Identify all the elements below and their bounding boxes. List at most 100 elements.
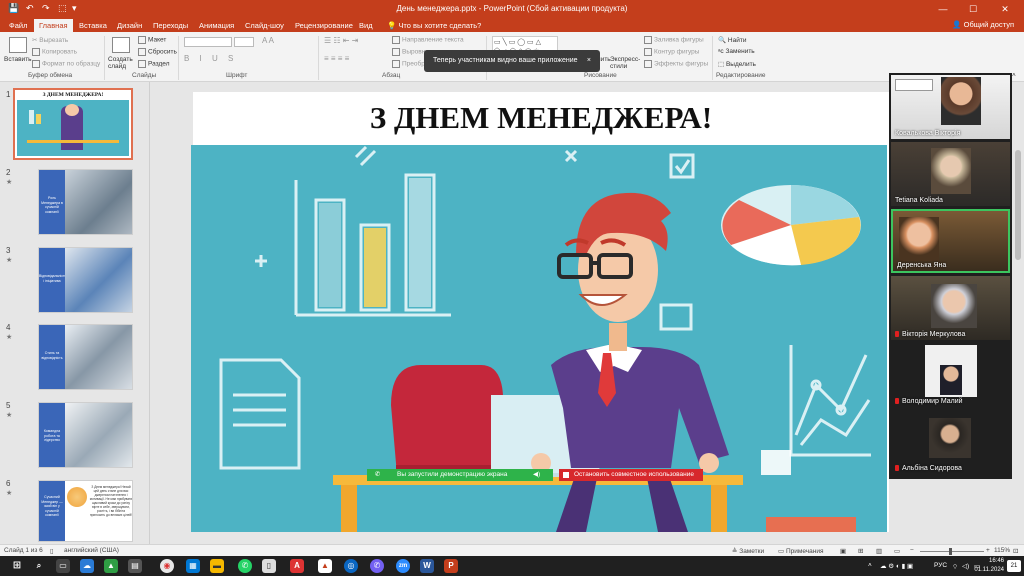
share-button[interactable]: 👤 Общий доступ bbox=[948, 19, 1018, 31]
notification-badge[interactable]: 21 bbox=[1007, 560, 1021, 572]
font-name-input[interactable] bbox=[184, 37, 232, 47]
find-button[interactable]: 🔍 Найти bbox=[718, 36, 746, 44]
section-button[interactable]: Раздел bbox=[138, 60, 169, 68]
tab-transitions[interactable]: Переходы bbox=[148, 19, 193, 32]
shape-fill-button[interactable]: Заливка фигуры bbox=[644, 36, 704, 44]
slide-sorter-icon[interactable]: ⊞ bbox=[858, 547, 863, 555]
notes-button[interactable]: ≜ Заметки bbox=[732, 547, 764, 555]
speaker-icon[interactable]: ◀) bbox=[533, 469, 540, 481]
tray-chevron-icon[interactable]: ˄ bbox=[868, 562, 872, 569]
tray-icons[interactable]: ☁ ⚙ ◐ ▮ ▣ bbox=[880, 562, 913, 570]
thumbnail-photo bbox=[65, 403, 132, 467]
font-grow-icon[interactable]: A A bbox=[262, 36, 274, 45]
font-size-input[interactable] bbox=[234, 37, 254, 47]
pdf-icon[interactable]: A bbox=[290, 559, 304, 573]
clock-date[interactable]: 01.11.2024 bbox=[944, 567, 1004, 573]
slide-thumbnail-1[interactable]: З ДНЕМ МЕНЕДЖЕРА! bbox=[13, 88, 133, 160]
language-indicator[interactable]: английский (США) bbox=[64, 547, 119, 554]
slide-thumbnail-2[interactable]: Роль Менеджера в сучасній компанії bbox=[38, 169, 133, 235]
smartart-button[interactable]: Преобр bbox=[392, 60, 425, 68]
tab-insert[interactable]: Вставка bbox=[74, 19, 112, 32]
participant-tile[interactable]: Деренська Яна bbox=[891, 209, 1010, 273]
format-painter-button[interactable]: Формат по образцу bbox=[32, 60, 100, 68]
tab-animations[interactable]: Анимация bbox=[194, 19, 239, 32]
browser-icon[interactable]: ◎ bbox=[344, 559, 358, 573]
normal-view-icon[interactable]: ▣ bbox=[840, 547, 846, 555]
tab-file[interactable]: Файл bbox=[4, 19, 32, 32]
layout-button[interactable]: Макет bbox=[138, 36, 166, 44]
slide-thumbnail-3[interactable]: Відповідальність і ініціатива bbox=[38, 247, 133, 313]
search-icon[interactable]: ⌕ bbox=[32, 559, 46, 573]
slideshow-view-icon[interactable]: ▭ bbox=[894, 547, 900, 555]
list-icons[interactable]: ☰ ☷ ⇤ ⇥ bbox=[324, 36, 358, 45]
scrollbar-thumb[interactable] bbox=[1015, 150, 1021, 260]
tab-slideshow[interactable]: Слайд-шоу bbox=[240, 19, 289, 32]
folder-icon[interactable]: ▬ bbox=[210, 559, 224, 573]
file-explorer-icon[interactable]: ▤ bbox=[128, 559, 142, 573]
thumbnail-title: З ДНЕМ МЕНЕДЖЕРА! bbox=[42, 92, 104, 98]
align-icons[interactable]: ≡ ≡ ≡ ≡ bbox=[324, 54, 349, 63]
paste-button[interactable]: Вставить bbox=[4, 56, 32, 63]
slide-canvas[interactable]: З ДНЕМ МЕНЕДЖЕРА! bbox=[191, 92, 889, 532]
participant-tile[interactable]: Ковалькова Вікторія bbox=[891, 75, 1010, 139]
slide-thumbnail-6[interactable]: Сучасний Менеджер — який він у сучасній … bbox=[38, 480, 133, 542]
quick-styles-button[interactable]: Экспресс-стили bbox=[610, 56, 640, 70]
reading-view-icon[interactable]: ▥ bbox=[876, 547, 882, 555]
new-slide-button[interactable]: Создать слайд bbox=[108, 56, 136, 70]
group-label-slides: Слайды bbox=[132, 72, 157, 79]
windows-start-icon[interactable]: ⊞ bbox=[10, 559, 24, 573]
select-button[interactable]: ⬚ Выделить bbox=[718, 60, 756, 68]
slide-thumbnail-4[interactable]: Стиль та відповідність bbox=[38, 324, 133, 390]
close-icon[interactable]: × bbox=[587, 50, 591, 72]
weather-icon[interactable]: ☁ bbox=[80, 559, 94, 573]
spell-check-icon[interactable]: ▯ bbox=[50, 547, 54, 555]
maximize-icon[interactable]: ☐ bbox=[962, 2, 984, 16]
zoom-icon[interactable]: zm bbox=[396, 559, 410, 573]
participant-tile[interactable]: Tetiana Koliada bbox=[891, 142, 1010, 206]
participant-tile[interactable]: Альбіна Сидорова bbox=[891, 410, 1010, 474]
shape-outline-button[interactable]: Контур фигуры bbox=[644, 48, 699, 56]
viber-icon[interactable]: ✆ bbox=[370, 559, 384, 573]
participant-tile[interactable]: Вікторія Меркулова bbox=[891, 276, 1010, 340]
chrome-icon[interactable]: ◉ bbox=[160, 559, 174, 573]
thumbnail-number: 1 bbox=[6, 90, 11, 99]
font-format-icons[interactable]: B I U S bbox=[184, 54, 237, 63]
close-icon[interactable]: ✕ bbox=[994, 2, 1016, 16]
tab-home[interactable]: Главная bbox=[34, 19, 73, 32]
app-icon[interactable]: ▲ bbox=[104, 559, 118, 573]
tab-design[interactable]: Дизайн bbox=[112, 19, 147, 32]
app-icon[interactable]: ▯ bbox=[262, 559, 276, 573]
reset-button[interactable]: Сбросить bbox=[138, 48, 177, 56]
clock-time[interactable]: 16:46 bbox=[960, 558, 1004, 564]
tab-review[interactable]: Рецензирование bbox=[290, 19, 358, 32]
stop-share-button[interactable]: Остановить совместное использование bbox=[559, 469, 703, 481]
app-icon[interactable]: ▲ bbox=[318, 559, 332, 573]
word-icon[interactable]: W bbox=[420, 559, 434, 573]
zoom-slider-thumb[interactable] bbox=[949, 548, 952, 555]
whatsapp-icon[interactable]: ✆ bbox=[238, 559, 252, 573]
zoom-in-icon[interactable]: + bbox=[986, 547, 990, 554]
cut-button[interactable]: ✂ Вырезать bbox=[32, 36, 68, 44]
minimize-icon[interactable]: — bbox=[932, 2, 954, 16]
powerpoint-icon[interactable]: P bbox=[444, 559, 458, 573]
replace-button[interactable]: ᵃc Заменить bbox=[718, 48, 755, 55]
shape-effects-button[interactable]: Эффекты фигуры bbox=[644, 60, 708, 68]
text-direction-button[interactable]: Направление текста bbox=[392, 36, 464, 44]
slide-title[interactable]: З ДНЕМ МЕНЕДЖЕРА! bbox=[193, 100, 889, 136]
store-icon[interactable]: ▦ bbox=[186, 559, 200, 573]
tell-me-box[interactable]: 💡 Что вы хотите сделать? bbox=[382, 19, 486, 32]
collapse-ribbon-icon[interactable]: ˄ bbox=[1012, 72, 1016, 79]
paste-icon[interactable] bbox=[9, 37, 27, 53]
task-view-icon[interactable]: ▭ bbox=[56, 559, 70, 573]
vertical-scrollbar[interactable] bbox=[1013, 82, 1023, 544]
comments-button[interactable]: ▭ Примечания bbox=[778, 547, 823, 555]
fit-slide-icon[interactable]: ⊡ bbox=[1013, 547, 1018, 555]
zoom-slider[interactable] bbox=[920, 551, 984, 552]
participant-tile[interactable]: Володимир Малий bbox=[891, 343, 1010, 407]
zoom-level[interactable]: 115% bbox=[994, 547, 1010, 554]
copy-button[interactable]: Копировать bbox=[32, 48, 77, 56]
new-slide-icon[interactable] bbox=[112, 37, 130, 53]
slide-thumbnail-5[interactable]: Командна робота та лідерство bbox=[38, 402, 133, 468]
tab-view[interactable]: Вид bbox=[354, 19, 378, 32]
zoom-out-icon[interactable]: − bbox=[910, 547, 914, 554]
